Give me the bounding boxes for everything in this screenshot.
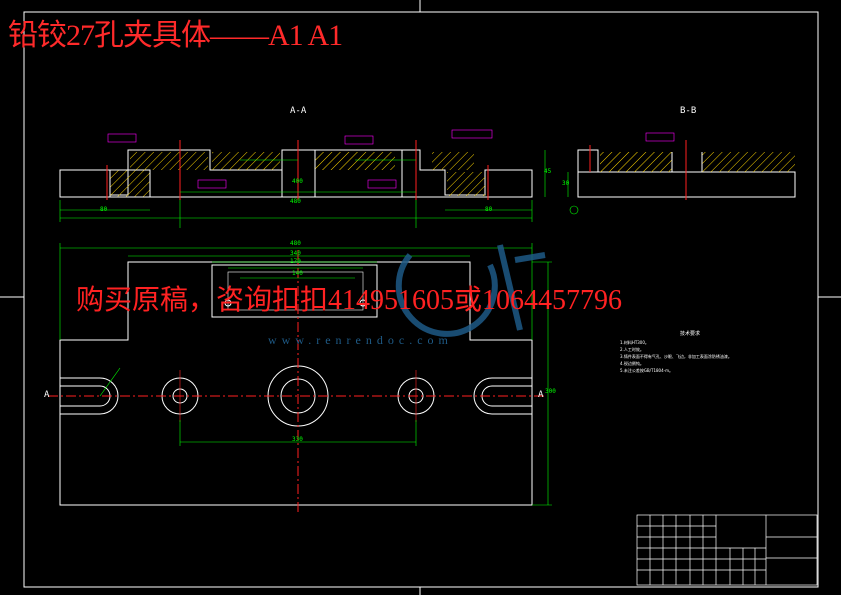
dim-front-left: 80 bbox=[100, 206, 108, 213]
dim-plan-inner: 340 bbox=[290, 250, 301, 257]
technical-notes-heading: 技术要求 bbox=[679, 331, 700, 337]
watermark-site: www.renrendoc.com bbox=[268, 333, 453, 347]
watermark-purchase-text: 购买原稿，咨询扣扣414951605或1064457796 bbox=[76, 285, 623, 316]
watermark-title: 铅铰27孔夹具体——A1 A1 bbox=[8, 19, 343, 52]
dim-front-overall: 480 bbox=[290, 198, 301, 205]
technical-note-line: 2.人工时效。 bbox=[620, 347, 644, 352]
title-block bbox=[636, 514, 818, 586]
section-marker-right: A bbox=[538, 390, 544, 400]
section-label-a-a: A-A bbox=[290, 106, 307, 116]
technical-note-line: 1.材料HT300。 bbox=[620, 340, 649, 345]
dim-plan-holes: 330 bbox=[292, 436, 303, 443]
technical-notes: 技术要求 1.材料HT300。 2.人工时效。 3.铸件表面不得有气孔、沙眼、飞… bbox=[620, 330, 760, 374]
section-b-b-view bbox=[567, 132, 796, 215]
dim-plan-slot: 170 bbox=[290, 258, 301, 265]
technical-note-line: 5.未注公差按GB/T1804-m。 bbox=[620, 368, 673, 373]
dim-plan-width: 480 bbox=[290, 240, 301, 247]
section-marker-left: A bbox=[44, 390, 50, 400]
dim-front-right: 80 bbox=[485, 206, 493, 213]
technical-note-line: 3.铸件表面不得有气孔、沙眼、飞边，非加工表面涂防锈油漆。 bbox=[620, 354, 732, 359]
dim-section-height: 45 bbox=[544, 168, 552, 175]
technical-note-line: 4.锐边倒钝。 bbox=[620, 361, 644, 366]
dim-plan-height: 300 bbox=[545, 388, 556, 395]
section-label-b-b: B-B bbox=[680, 106, 697, 116]
dim-bb-height: 30 bbox=[562, 180, 570, 187]
dim-plan-140: 140 bbox=[292, 270, 303, 277]
dim-front-center: 400 bbox=[292, 178, 303, 185]
section-a-a-view bbox=[59, 140, 533, 200]
